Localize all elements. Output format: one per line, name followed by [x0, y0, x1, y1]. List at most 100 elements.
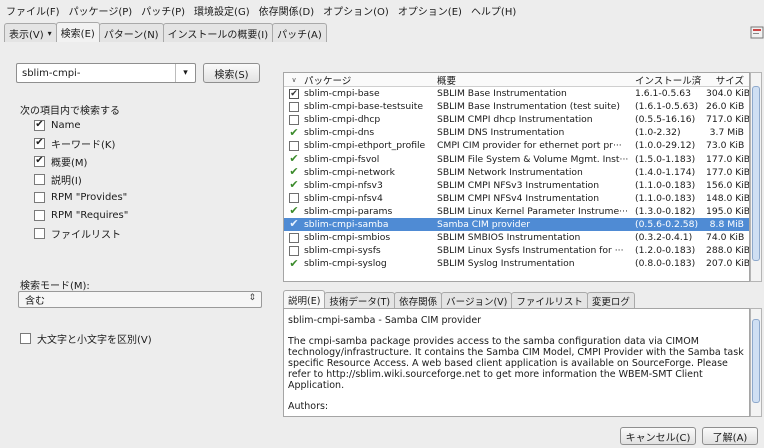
table-row[interactable]: sblim-cmpi-ethport_profile CMPI CIM provi…	[284, 139, 749, 152]
menu-item-5[interactable]: オプション(O)	[323, 3, 389, 18]
menu-item-3[interactable]: 環境設定(G)	[194, 3, 250, 18]
tab-patterns[interactable]: パターン(N)	[98, 23, 164, 42]
apply-button[interactable]: 了解(A)	[702, 427, 758, 445]
table-row[interactable]: ✔ sblim-cmpi-params SBLIM Linux Kernel Par…	[284, 205, 749, 218]
tab-patches[interactable]: パッチ(A)	[272, 23, 327, 42]
col-summary[interactable]: 概要	[437, 73, 635, 87]
table-row[interactable]: sblim-cmpi-dhcp SBLIM CMPI dhcp Instrumen…	[284, 113, 749, 126]
install-check-icon[interactable]: ✔	[284, 152, 304, 166]
detail-tab-2[interactable]: 依存関係	[394, 292, 443, 308]
detail-tab-4[interactable]: ファイルリスト	[511, 292, 588, 308]
search-input[interactable]: sblim-cmpi-	[17, 68, 175, 79]
detail-tab-0[interactable]: 説明(E)	[283, 290, 326, 308]
table-scrollbar-thumb[interactable]	[752, 86, 760, 261]
table-row[interactable]: ✔ sblim-cmpi-network SBLIM Network Instrum…	[284, 166, 749, 179]
col-size[interactable]: サイズ	[706, 73, 744, 87]
detail-tab-5[interactable]: 変更ログ	[586, 292, 635, 308]
search-option-2[interactable]: ✔ 概要(M)	[34, 154, 87, 169]
cell-size: 207.0 KiB	[706, 258, 750, 270]
row-status-mark	[289, 232, 299, 243]
search-option-checkbox[interactable]: ✔	[34, 137, 45, 149]
install-check-icon[interactable]: ✔	[284, 256, 304, 270]
table-row[interactable]: sblim-cmpi-base-testsuite SBLIM Base Inst…	[284, 100, 749, 113]
case-sensitive-checkbox[interactable]	[20, 332, 31, 344]
row-status-mark: ✔	[289, 152, 299, 166]
package-table: ∨ パッケージ 概要 インストール済 サイズ ✔ sblim-cmpi-base S…	[283, 72, 750, 282]
tab-install-summary-label: インストールの概要(I)	[167, 29, 269, 41]
sort-chevron-icon[interactable]: ∨	[284, 76, 304, 84]
search-option-5[interactable]: RPM "Requires"	[34, 208, 128, 222]
cell-summary: Samba CIM provider	[437, 218, 531, 230]
search-option-checkbox[interactable]	[34, 209, 45, 221]
cancel-button[interactable]: キャンセル(C)	[620, 427, 696, 445]
search-option-0[interactable]: ✔ Name	[34, 118, 81, 132]
menu-item-2[interactable]: パッチ(P)	[141, 3, 185, 18]
description-scrollbar-thumb[interactable]	[752, 319, 760, 403]
search-option-label: ファイルリスト	[51, 229, 121, 241]
install-check-icon[interactable]: ✔	[284, 205, 304, 216]
status-checkbox[interactable]	[284, 140, 304, 151]
table-row[interactable]: sblim-cmpi-nfsv4 SBLIM CMPI NFSv4 Instrum…	[284, 192, 749, 205]
cell-version: (1.0-2.32)	[635, 127, 681, 139]
table-row[interactable]: ✔ sblim-cmpi-syslog SBLIM Syslog Instrumen…	[284, 257, 749, 270]
installed-checkbox-icon[interactable]: ✔	[284, 88, 304, 99]
search-option-label: Name	[51, 119, 81, 131]
menu-item-6[interactable]: オプション(E)	[398, 3, 462, 18]
install-check-icon[interactable]: ✔	[284, 218, 304, 229]
search-option-checkbox[interactable]: ✔	[34, 155, 45, 167]
search-option-1[interactable]: ✔ キーワード(K)	[34, 136, 115, 151]
detail-tab-3[interactable]: バージョン(V)	[441, 292, 513, 308]
search-in-label: 次の項目内で検索する	[20, 106, 120, 117]
chevron-down-icon[interactable]: ▾	[175, 64, 195, 82]
table-row[interactable]: ✔ sblim-cmpi-dns SBLIM DNS Instrumentation…	[284, 126, 749, 139]
cell-version: (1.1.0-0.183)	[635, 192, 696, 204]
table-row[interactable]: sblim-cmpi-sysfs SBLIM Linux Sysfs Instru…	[284, 244, 749, 257]
case-sensitive-option[interactable]: 大文字と小文字を区別(V)	[20, 331, 152, 346]
tab-install-summary[interactable]: インストールの概要(I)	[162, 23, 274, 42]
cell-name: sblim-cmpi-syslog	[304, 258, 387, 270]
status-checkbox[interactable]	[284, 245, 304, 256]
install-check-icon[interactable]: ✔	[284, 127, 304, 138]
main-tabbar: 表示(V) ▾ 検索(E) パターン(N) インストールの概要(I) パッチ(A…	[4, 22, 764, 42]
search-mode-select[interactable]: 含む ⇕	[18, 291, 262, 308]
search-option-checkbox[interactable]	[34, 227, 45, 239]
menu-item-4[interactable]: 依存関係(D)	[259, 3, 315, 18]
status-checkbox[interactable]	[284, 101, 304, 112]
cell-version: (0.3.2-0.4.1)	[635, 232, 693, 244]
status-checkbox[interactable]	[284, 193, 304, 204]
search-option-3[interactable]: 説明(I)	[34, 172, 82, 187]
search-button[interactable]: 検索(S)	[203, 63, 260, 83]
row-status-mark: ✔	[289, 256, 299, 270]
menu-item-7[interactable]: ヘルプ(H)	[471, 3, 516, 18]
cell-size: 74.0 KiB	[706, 232, 745, 244]
tab-view[interactable]: 表示(V) ▾	[4, 23, 57, 42]
search-option-checkbox[interactable]	[34, 191, 45, 203]
search-option-checkbox[interactable]: ✔	[34, 119, 45, 131]
table-row[interactable]: sblim-cmpi-smbios SBLIM SMBIOS Instrument…	[284, 231, 749, 244]
menu-item-1[interactable]: パッケージ(P)	[69, 3, 133, 18]
detail-tabbar: 説明(E) 技術データ(T) 依存関係 バージョン(V) ファイルリスト 変更ログ	[283, 290, 635, 308]
search-combobox[interactable]: sblim-cmpi- ▾	[16, 63, 196, 83]
col-package[interactable]: パッケージ	[304, 73, 437, 87]
table-row[interactable]: ✔ sblim-cmpi-fsvol SBLIM File System & Vol…	[284, 152, 749, 165]
chevron-down-icon: ▾	[47, 28, 52, 38]
search-option-6[interactable]: ファイルリスト	[34, 226, 121, 241]
cell-size: 148.0 KiB	[706, 192, 750, 204]
cell-size: 177.0 KiB	[706, 153, 750, 165]
table-row[interactable]: ✔ sblim-cmpi-samba Samba CIM provider (0.5.…	[284, 217, 749, 232]
col-installed[interactable]: インストール済	[635, 73, 706, 87]
install-check-icon[interactable]: ✔	[284, 179, 304, 190]
status-checkbox[interactable]	[284, 232, 304, 243]
tab-search[interactable]: 検索(E)	[55, 22, 100, 42]
cell-summary: SBLIM Syslog Instrumentation	[437, 258, 575, 270]
search-option-checkbox[interactable]	[34, 173, 45, 185]
table-row[interactable]: ✔ sblim-cmpi-nfsv3 SBLIM CMPI NFSv3 Instru…	[284, 179, 749, 192]
cell-version: (1.1.0-0.183)	[635, 179, 696, 191]
status-checkbox[interactable]	[284, 114, 304, 125]
search-option-4[interactable]: RPM "Provides"	[34, 190, 127, 204]
cell-size: 26.0 KiB	[706, 101, 745, 113]
menu-item-0[interactable]: ファイル(F)	[6, 3, 60, 18]
detail-tab-1[interactable]: 技術データ(T)	[324, 292, 396, 308]
table-row[interactable]: ✔ sblim-cmpi-base SBLIM Base Instrumentati…	[284, 87, 749, 100]
install-check-icon[interactable]: ✔	[284, 166, 304, 177]
